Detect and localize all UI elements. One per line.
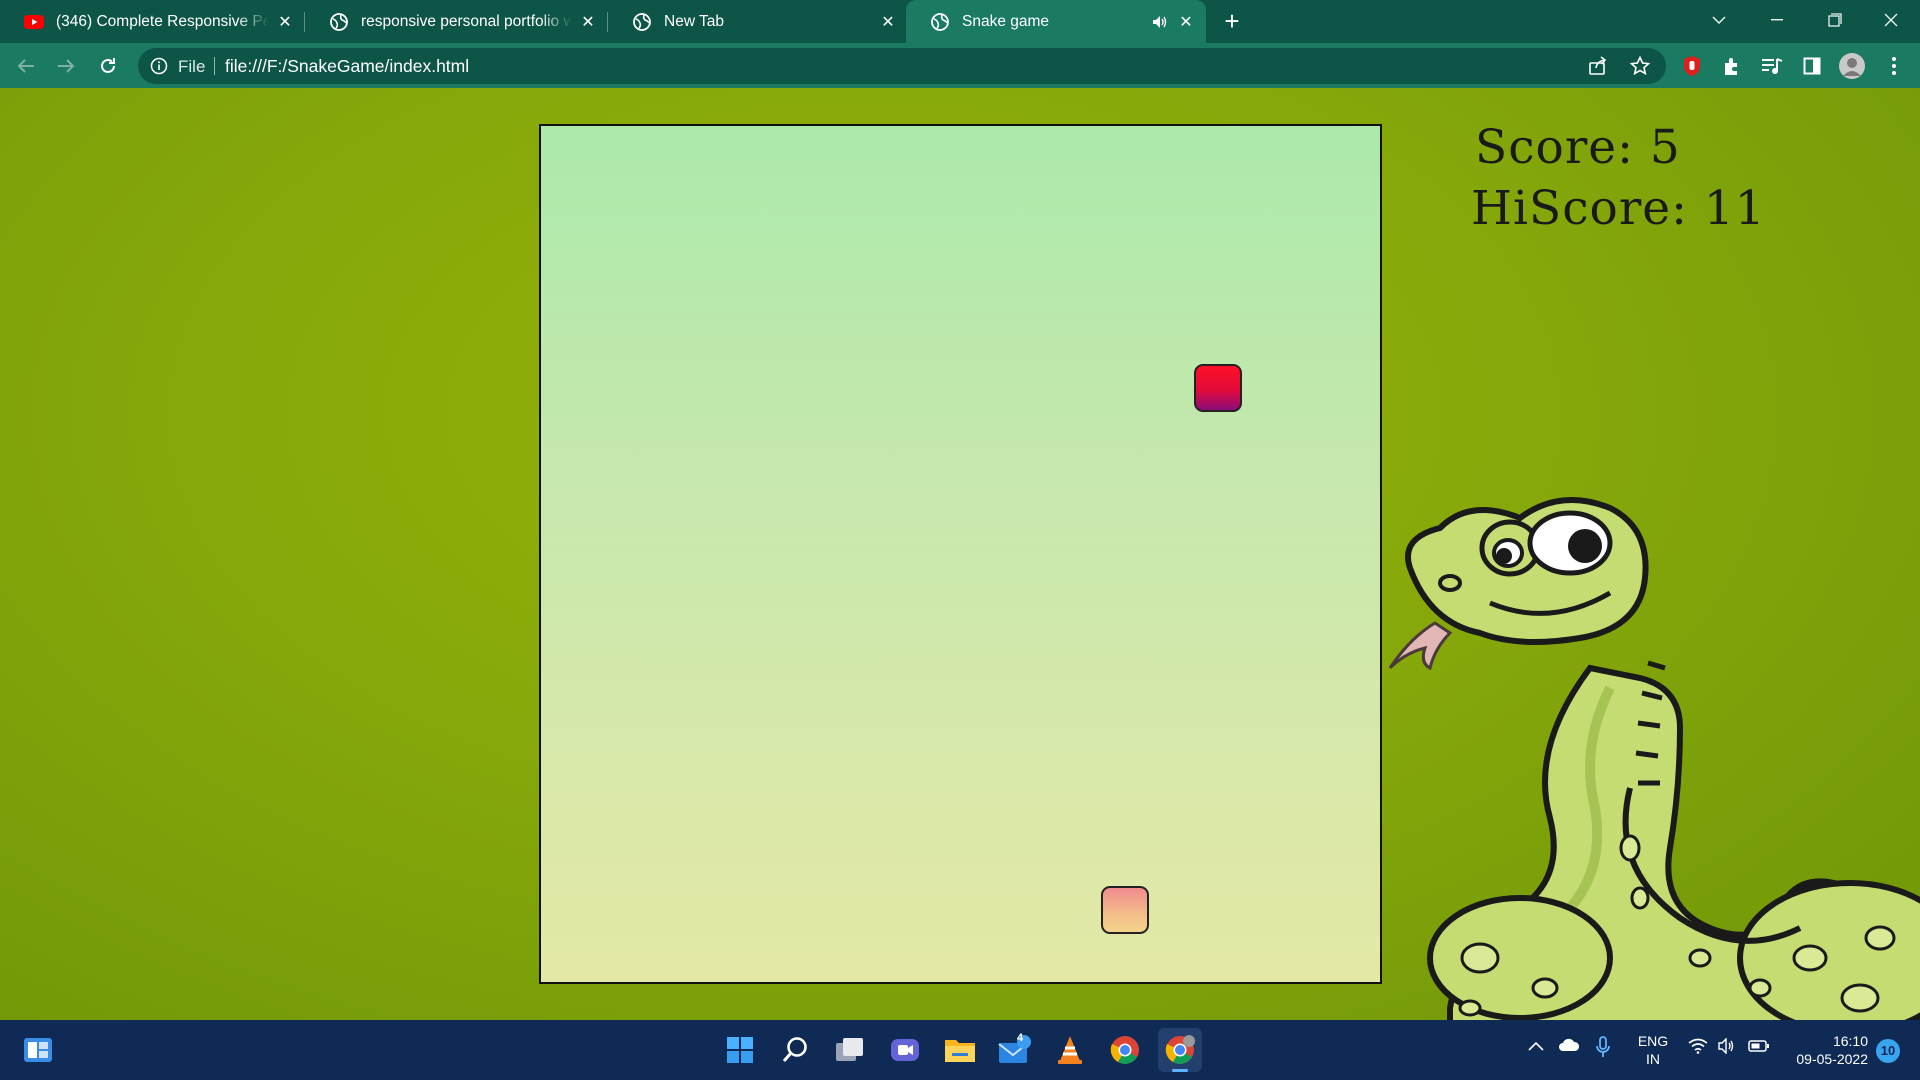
close-tab-icon[interactable]: ✕: [275, 12, 295, 32]
browser-toolbar: File file:///F:/SnakeGame/index.html: [0, 43, 1920, 88]
tab-title: (346) Complete Responsive Personal Portf…: [56, 12, 269, 30]
close-tab-icon[interactable]: ✕: [578, 12, 598, 32]
language-code: ENG: [1637, 1033, 1669, 1049]
profile-avatar[interactable]: [1836, 50, 1868, 82]
widgets-icon[interactable]: [16, 1028, 60, 1072]
tab-title: Snake game: [962, 12, 1050, 30]
menu-kebab-icon[interactable]: [1878, 50, 1910, 82]
adblock-extension-icon[interactable]: [1676, 50, 1708, 82]
tab-search-icon[interactable]: [1690, 0, 1748, 40]
close-tab-icon[interactable]: ✕: [1176, 12, 1196, 32]
system-clock[interactable]: 16:10 09-05-2022: [1786, 1032, 1868, 1068]
divider: [214, 57, 215, 75]
speaker-icon[interactable]: [1152, 13, 1170, 31]
mail-icon[interactable]: 4: [993, 1028, 1037, 1072]
tab-new-tab[interactable]: New Tab ✕: [608, 0, 908, 43]
side-panel-icon[interactable]: [1796, 50, 1828, 82]
globe-icon: [930, 12, 950, 32]
input-language[interactable]: ENG IN: [1636, 1032, 1670, 1068]
tab-youtube[interactable]: (346) Complete Responsive Personal Portf…: [0, 0, 305, 43]
restore-icon[interactable]: [1806, 0, 1864, 40]
battery-icon[interactable]: [1748, 1039, 1770, 1058]
new-tab-button[interactable]: +: [1218, 8, 1246, 36]
food-cell: [1194, 364, 1242, 412]
active-app-indicator: [1172, 1069, 1188, 1072]
bookmark-star-icon[interactable]: [1629, 55, 1651, 81]
share-icon[interactable]: [1588, 56, 1608, 81]
extensions-icon[interactable]: [1716, 50, 1748, 82]
tab-title: responsive personal portfolio website: [361, 12, 572, 30]
volume-icon[interactable]: [1718, 1037, 1736, 1059]
game-board[interactable]: [539, 124, 1382, 984]
file-explorer-icon[interactable]: [938, 1028, 982, 1072]
wifi-icon[interactable]: [1688, 1038, 1708, 1059]
tab-strip: (346) Complete Responsive Personal Portf…: [0, 0, 1920, 43]
clock-time: 16:10: [1832, 1033, 1868, 1049]
close-window-icon[interactable]: [1862, 0, 1920, 40]
chrome-profile-icon[interactable]: [1158, 1028, 1202, 1072]
start-icon[interactable]: [718, 1028, 762, 1072]
close-tab-icon[interactable]: ✕: [878, 12, 898, 32]
minimize-icon[interactable]: [1748, 0, 1806, 40]
hiscore-text: HiScore: 11: [1471, 181, 1766, 236]
chrome-icon[interactable]: [1103, 1028, 1147, 1072]
mail-badge: 4: [1017, 1032, 1024, 1044]
forward-icon[interactable]: [50, 50, 82, 82]
search-icon[interactable]: [773, 1028, 817, 1072]
back-icon[interactable]: [10, 50, 42, 82]
scheme-label: File: [178, 57, 206, 76]
url-text[interactable]: file:///F:/SnakeGame/index.html: [225, 56, 469, 77]
teams-chat-icon[interactable]: [883, 1028, 927, 1072]
cartoon-snake-image: [1388, 497, 1920, 1020]
address-bar[interactable]: File file:///F:/SnakeGame/index.html: [138, 48, 1666, 84]
show-hidden-icons-icon[interactable]: [1528, 1038, 1544, 1056]
page-viewport: Score: 5 HiScore: 11: [0, 88, 1920, 1020]
snake-head-cell: [1101, 886, 1149, 934]
globe-icon: [632, 12, 652, 32]
tab-title: New Tab: [664, 12, 725, 30]
microphone-icon[interactable]: [1596, 1036, 1610, 1063]
score-text: Score: 5: [1475, 120, 1681, 175]
tab-portfolio[interactable]: responsive personal portfolio website ✕: [305, 0, 608, 43]
info-icon[interactable]: [150, 57, 168, 75]
notification-badge[interactable]: 10: [1876, 1039, 1900, 1063]
score-panel: Score: 5 HiScore: 11: [1471, 118, 1766, 240]
globe-icon: [329, 12, 349, 32]
onedrive-icon[interactable]: [1558, 1038, 1580, 1057]
region-code: IN: [1646, 1051, 1660, 1067]
media-control-icon[interactable]: [1756, 50, 1788, 82]
reload-icon[interactable]: [92, 50, 124, 82]
vlc-icon[interactable]: [1048, 1028, 1092, 1072]
task-view-icon[interactable]: [828, 1028, 872, 1072]
tab-snake-game[interactable]: Snake game ✕: [906, 0, 1206, 43]
clock-date: 09-05-2022: [1796, 1051, 1868, 1067]
youtube-icon: [24, 12, 44, 32]
windows-taskbar: 4 ENG IN 16:10 09-05-2022 10: [0, 1020, 1920, 1080]
